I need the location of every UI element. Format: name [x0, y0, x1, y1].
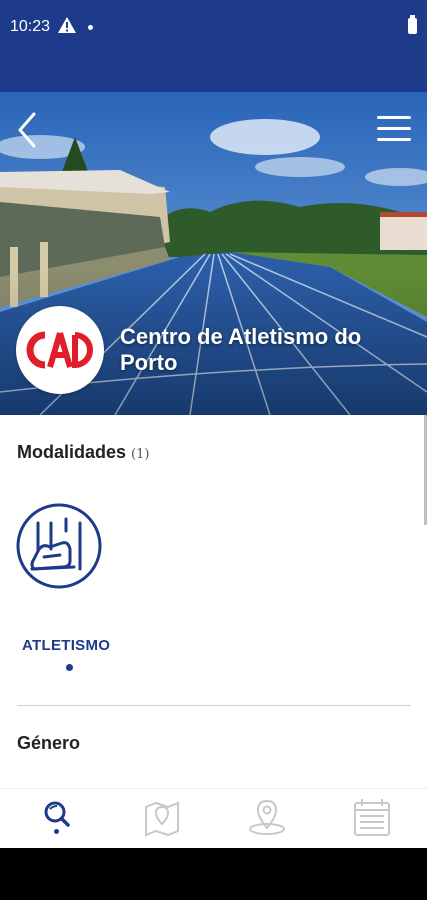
system-navigation-bar: [0, 848, 427, 900]
active-nav-indicator: [54, 829, 59, 834]
modalidades-count: (1): [131, 447, 150, 462]
nav-map[interactable]: [132, 797, 192, 845]
sport-label-atletismo[interactable]: ATLETISMO: [22, 637, 110, 654]
nav-calendar[interactable]: [342, 797, 402, 845]
club-logo: [16, 306, 104, 394]
hero-banner: Centro de Atletismo do Porto: [0, 92, 427, 415]
location-pin-icon: [249, 799, 285, 835]
club-name: Centro de Atletismo do Porto: [120, 324, 362, 375]
content-area: Modalidades (1) ATLETISMO Género: [0, 415, 427, 788]
back-button[interactable]: [12, 110, 42, 150]
map-icon: [145, 801, 179, 837]
chevron-left-icon: [18, 112, 36, 148]
calendar-icon: [354, 799, 390, 836]
status-time: 10:23: [10, 18, 51, 35]
running-shoe-hurdle-icon: [16, 503, 102, 589]
notification-dot-icon: [88, 25, 93, 30]
sport-item-atletismo[interactable]: [16, 503, 102, 589]
selected-indicator: [66, 664, 73, 671]
bottom-nav: [0, 788, 427, 848]
modalidades-title: Modalidades: [17, 442, 127, 462]
genero-title: Género: [17, 733, 81, 753]
nav-search[interactable]: [27, 797, 87, 845]
menu-button[interactable]: [377, 116, 411, 142]
cap-logo-icon: [26, 331, 93, 369]
hamburger-menu-icon: [377, 116, 411, 119]
app-header: [0, 56, 427, 92]
battery-icon: [408, 15, 417, 34]
status-bar: 10:23: [0, 0, 427, 56]
modalidades-heading: Modalidades (1): [17, 442, 149, 463]
nav-location[interactable]: [237, 797, 297, 845]
warning-icon: [58, 17, 76, 38]
divider: [17, 705, 411, 706]
